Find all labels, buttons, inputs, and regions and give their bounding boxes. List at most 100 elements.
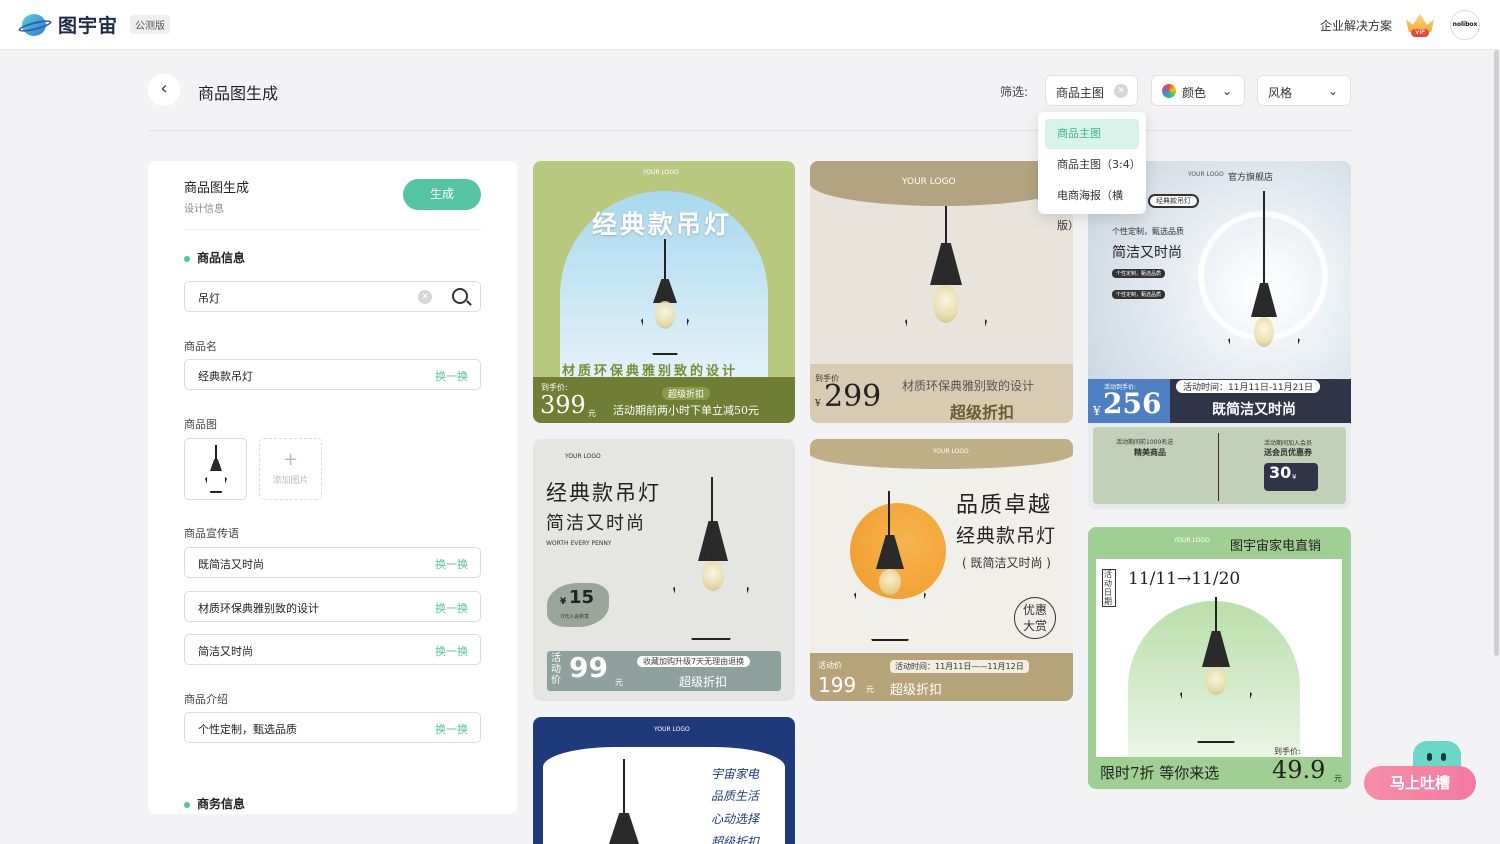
brand-logo[interactable]: 图宇宙 公测版 bbox=[17, 11, 171, 38]
poster-line: 心动选择 bbox=[711, 812, 760, 826]
poster-subtitle: 经典款吊灯 bbox=[956, 525, 1057, 547]
currency: ¥ bbox=[560, 597, 567, 607]
slogan-label: 商品宣传语 bbox=[184, 527, 239, 540]
logo-text: YOUR LOGO bbox=[654, 726, 690, 733]
intro-label: 商品介绍 bbox=[184, 693, 228, 706]
color-filter-label: 颜色 bbox=[1182, 86, 1207, 100]
slogan-field-2[interactable]: 材质环保典雅别致的设计 换一换 bbox=[184, 591, 481, 622]
add-image-button[interactable]: + 添加图片 bbox=[259, 438, 322, 500]
avatar[interactable]: nolibox bbox=[1450, 10, 1480, 40]
poster-slogan: ( 既简洁又时尚 ) bbox=[962, 556, 1051, 570]
dropdown-option-poster[interactable]: 电商海报（横版） bbox=[1045, 181, 1139, 232]
store-name: 官方旗舰店 bbox=[1228, 173, 1274, 183]
feature-chip: 个性定制，甄选品质 bbox=[1112, 290, 1166, 299]
price-unit: 元 bbox=[1334, 774, 1342, 783]
type-filter-dropdown: 商品主图 商品主图（3:4） 电商海报（横版） bbox=[1038, 112, 1146, 232]
poster-line: 超级折扣 bbox=[711, 835, 760, 844]
page-scrollbar[interactable] bbox=[1494, 50, 1499, 656]
logo-text: YOUR LOGO bbox=[1188, 171, 1224, 178]
product-image-thumbnail[interactable] bbox=[184, 438, 247, 500]
swap-button[interactable]: 换一换 bbox=[435, 368, 468, 384]
beta-badge: 公测版 bbox=[130, 15, 171, 34]
product-search-input[interactable]: 吊灯 ✕ bbox=[184, 281, 481, 312]
poster-title: 品质卓越 bbox=[956, 493, 1053, 518]
clear-icon[interactable]: ✕ bbox=[1114, 84, 1128, 98]
product-name-value: 经典款吊灯 bbox=[198, 370, 253, 383]
back-button[interactable]: ‹ bbox=[148, 74, 180, 106]
vip-crown-icon[interactable]: VIP bbox=[1404, 12, 1436, 38]
promo-text: 活动期前两小时下单立减50元 bbox=[613, 404, 759, 417]
discount-tag: 超级折扣 bbox=[679, 675, 728, 689]
currency: ¥ bbox=[1093, 404, 1101, 418]
price-unit: 元 bbox=[588, 409, 596, 418]
swap-button[interactable]: 换一换 bbox=[435, 721, 468, 737]
promo-note: 收藏加购升级7天无理由退换 bbox=[637, 656, 751, 667]
discount-tag: 超级折扣 bbox=[950, 403, 1015, 422]
price-value: 256 bbox=[1103, 387, 1162, 420]
style-filter-label: 风格 bbox=[1268, 86, 1293, 100]
section-product-info: 商品信息 bbox=[184, 249, 245, 266]
poster-slogan: 材质环保典雅别致的设计 bbox=[902, 379, 1035, 393]
chevron-down-icon: ⌄ bbox=[1221, 84, 1232, 98]
poster-english: WORTH EVERY PENNY bbox=[546, 540, 612, 547]
price-value: 199 bbox=[818, 673, 857, 697]
gift-title: 精美商品 bbox=[1134, 448, 1166, 457]
slogan-field-3[interactable]: 简洁又时尚 换一换 bbox=[184, 634, 481, 665]
discount-tag: 超级折扣 bbox=[662, 387, 711, 400]
side-label: 活动价 bbox=[551, 653, 561, 686]
dropdown-option-main[interactable]: 商品主图 bbox=[1045, 119, 1139, 149]
discount-tag: 超级折扣 bbox=[890, 683, 943, 698]
header-divider bbox=[148, 130, 1352, 131]
add-image-label: 添加图片 bbox=[272, 476, 309, 486]
enterprise-solutions-link[interactable]: 企业解决方案 bbox=[1320, 17, 1392, 34]
product-name-field[interactable]: 经典款吊灯 换一换 bbox=[184, 359, 481, 390]
logo-text: YOUR LOGO bbox=[643, 169, 679, 176]
generate-button[interactable]: 生成 bbox=[403, 179, 481, 210]
price-unit: 元 bbox=[866, 685, 874, 694]
plus-icon: + bbox=[282, 449, 299, 470]
feedback-button[interactable]: 马上吐槽 bbox=[1364, 766, 1476, 800]
section-business-label: 商务信息 bbox=[197, 797, 246, 811]
poster-line: 品质生活 bbox=[711, 789, 760, 803]
dropdown-option-main-3-4[interactable]: 商品主图（3:4） bbox=[1045, 150, 1141, 180]
style-filter-select[interactable]: 风格 ⌄ bbox=[1257, 75, 1351, 106]
top-nav: 图宇宙 公测版 企业解决方案 VIP nolibox bbox=[0, 0, 1500, 50]
poster-card-1[interactable]: YOUR LOGO 经典款吊灯 材质环保典雅别致的设计 到手价: 399 元 超… bbox=[533, 161, 795, 423]
price-label: 活动价 bbox=[818, 661, 842, 670]
color-filter-select[interactable]: 颜色 ⌄ bbox=[1151, 75, 1245, 106]
badge-price: 15 bbox=[569, 587, 595, 608]
event-date: 11/11→11/20 bbox=[1128, 569, 1241, 589]
coupon-unit: ¥ bbox=[1292, 473, 1297, 481]
color-wheel-icon bbox=[1162, 84, 1176, 98]
section-product-label: 商品信息 bbox=[197, 251, 246, 265]
page-title: 商品图生成 bbox=[198, 84, 279, 103]
vip-label: VIP bbox=[1411, 29, 1429, 37]
swap-button[interactable]: 换一换 bbox=[435, 556, 468, 572]
seal-text: 优惠大赏 bbox=[1022, 603, 1047, 633]
type-filter-select[interactable]: 商品主图 ✕ bbox=[1045, 75, 1138, 106]
poster-card-7[interactable]: YOUR LOGO 宇宙家电 品质生活 心动选择 超级折扣 bbox=[533, 717, 795, 844]
clear-icon[interactable]: ✕ bbox=[418, 290, 432, 304]
search-icon[interactable] bbox=[452, 288, 468, 304]
swap-button[interactable]: 换一换 bbox=[435, 600, 468, 616]
type-filter-value: 商品主图 bbox=[1056, 86, 1105, 100]
intro-field[interactable]: 个性定制，甄选品质 换一换 bbox=[184, 712, 481, 743]
gift-title: 送会员优惠券 bbox=[1264, 448, 1312, 457]
filter-label: 筛选: bbox=[1000, 85, 1029, 99]
design-info-panel: 商品图生成 设计信息 生成 商品信息 吊灯 ✕ 商品名 经典款吊灯 换一换 商品… bbox=[148, 161, 517, 814]
coupon-value: 30 bbox=[1269, 463, 1292, 482]
poster-headline: 图宇宙家电直销 bbox=[1230, 539, 1322, 554]
poster-slogan: 既简洁又时尚 bbox=[1212, 402, 1296, 418]
chevron-left-icon: ‹ bbox=[160, 78, 168, 99]
poster-card-2[interactable]: YOUR LOGO 到手价 ¥ 299 材质环保典雅别致的设计 超级折扣 bbox=[810, 161, 1073, 423]
swap-button[interactable]: 换一换 bbox=[435, 643, 468, 659]
gift-text: 活动期间前1000名送 bbox=[1116, 439, 1174, 446]
poster-card-6[interactable]: YOUR LOGO 图宇宙家电直销 活动日期 11/11→11/20 限时7折 … bbox=[1088, 527, 1351, 789]
poster-card-5[interactable]: YOUR LOGO 品质卓越 经典款吊灯 ( 既简洁又时尚 ) 优惠大赏 活动价… bbox=[810, 439, 1073, 701]
event-date: 活动时间：11月11日-11月21日 bbox=[1176, 380, 1321, 393]
poster-card-4[interactable]: YOUR LOGO 经典款吊灯 简洁又时尚 WORTH EVERY PENNY … bbox=[533, 439, 795, 701]
date-label: 活动日期 bbox=[1102, 569, 1116, 607]
currency: ¥ bbox=[815, 399, 821, 409]
slogan-field-1[interactable]: 既简洁又时尚 换一换 bbox=[184, 547, 481, 578]
poster-subtitle: 简洁又时尚 bbox=[546, 513, 646, 534]
